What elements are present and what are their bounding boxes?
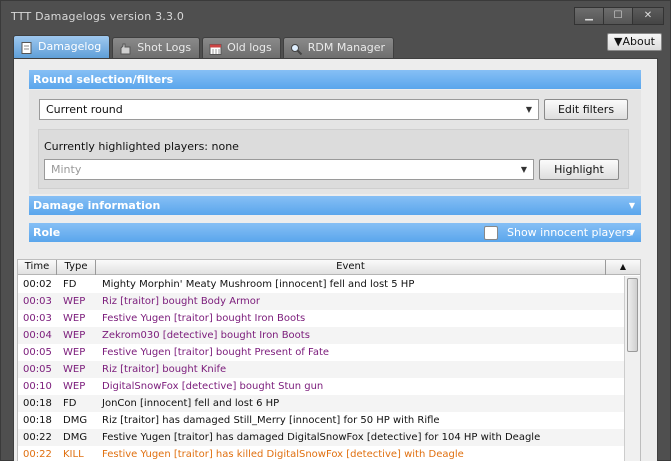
table-row[interactable]: 00:04 WEP Zekrom030 [detective] bought Iro… bbox=[18, 327, 640, 344]
cell-time: 00:18 bbox=[23, 398, 52, 409]
chevron-up-icon: ▲ bbox=[619, 262, 627, 271]
tab-damagelog[interactable]: Damagelog bbox=[13, 35, 111, 58]
table-row[interactable]: 00:10 WEP DigitalSnowFox [detective] bough… bbox=[18, 378, 640, 395]
column-header-type[interactable]: Type bbox=[57, 260, 96, 275]
cell-type: FD bbox=[63, 398, 77, 409]
tab-old-logs[interactable]: Old logs bbox=[202, 37, 281, 58]
cell-time: 00:10 bbox=[23, 381, 52, 392]
damage-category-title: Damage information bbox=[33, 199, 161, 212]
table-row[interactable]: 00:18 FD JonCon [innocent] fell and lost 6… bbox=[18, 395, 640, 412]
cell-type: WEP bbox=[63, 347, 86, 358]
table-row[interactable]: 00:03 WEP Festive Yugen [traitor] bought I… bbox=[18, 310, 640, 327]
cell-event: DigitalSnowFox [detective] bought Stun g… bbox=[102, 381, 324, 392]
tab-label: Damagelog bbox=[38, 40, 102, 53]
scrollbar[interactable] bbox=[624, 276, 640, 461]
cell-type: WEP bbox=[63, 296, 86, 307]
damage-category-header[interactable]: Damage information ▼ bbox=[29, 196, 641, 215]
tab-label: Old logs bbox=[227, 41, 272, 54]
cell-type: FD bbox=[63, 279, 77, 290]
window-title: TTT Damagelogs version 3.3.0 bbox=[11, 10, 185, 23]
cell-time: 00:03 bbox=[23, 296, 52, 307]
damagelogs-window: TTT Damagelogs version 3.3.0 ▁ ☐ ✕ ▼Abou… bbox=[0, 0, 671, 461]
cell-time: 00:03 bbox=[23, 313, 52, 324]
cell-type: WEP bbox=[63, 381, 86, 392]
chevron-down-icon: ▼ bbox=[520, 165, 527, 174]
column-header-time[interactable]: Time bbox=[18, 260, 57, 275]
round-select[interactable]: Current round ▼ bbox=[39, 99, 539, 120]
cell-event: Riz [traitor] bought Body Armor bbox=[102, 296, 260, 307]
chevron-down-icon: ▼ bbox=[628, 201, 635, 210]
column-header-extra[interactable]: ▲ bbox=[606, 260, 640, 275]
cell-event: Riz [traitor] has damaged Still_Merry [i… bbox=[102, 415, 440, 426]
table-header: Time Type Event ▲ bbox=[18, 260, 640, 275]
player-select-value: Minty bbox=[51, 163, 82, 176]
column-header-event[interactable]: Event bbox=[96, 260, 606, 275]
cell-event: Mighty Morphin' Meaty Mushroom [innocent… bbox=[102, 279, 415, 290]
table-row[interactable]: 00:05 WEP Festive Yugen [traitor] bought P… bbox=[18, 344, 640, 361]
chevron-down-icon: ▼ bbox=[525, 105, 532, 114]
table-row[interactable]: 00:05 WEP Riz [traitor] bought Knife bbox=[18, 361, 640, 378]
hand-icon bbox=[119, 42, 132, 55]
cell-event: Festive Yugen [traitor] bought Iron Boot… bbox=[102, 313, 306, 324]
highlighted-players-text: Currently highlighted players: none bbox=[44, 140, 239, 153]
cell-event: Festive Yugen [traitor] bought Present o… bbox=[102, 347, 330, 358]
cell-type: WEP bbox=[63, 313, 86, 324]
edit-filters-button[interactable]: Edit filters bbox=[544, 99, 628, 120]
cell-time: 00:22 bbox=[23, 432, 52, 443]
filters-category-header[interactable]: Round selection/filters bbox=[29, 70, 641, 89]
role-category-title: Role bbox=[33, 226, 61, 239]
cell-time: 00:05 bbox=[23, 347, 52, 358]
title-bar[interactable]: TTT Damagelogs version 3.3.0 ▁ ☐ ✕ bbox=[1, 1, 670, 31]
table-row[interactable]: 00:03 WEP Riz [traitor] bought Body Armor bbox=[18, 293, 640, 310]
about-button[interactable]: ▼About bbox=[607, 33, 662, 51]
table-row[interactable]: 00:22 KILL Festive Yugen [traitor] has kil… bbox=[18, 446, 640, 461]
filters-category-title: Round selection/filters bbox=[33, 73, 174, 86]
cell-event: Zekrom030 [detective] bought Iron Boots bbox=[102, 330, 310, 341]
damagelog-list[interactable]: Time Type Event ▲ 00:02 FD Mighty Morphin'… bbox=[17, 259, 641, 461]
tab-label: RDM Manager bbox=[307, 41, 386, 54]
show-innocent-checkbox[interactable] bbox=[484, 226, 498, 240]
tab-shot-logs[interactable]: Shot Logs bbox=[112, 37, 201, 58]
cell-time: 00:05 bbox=[23, 364, 52, 375]
cell-event: JonCon [innocent] fell and lost 6 HP bbox=[102, 398, 280, 409]
cell-type: WEP bbox=[63, 364, 86, 375]
cell-type: DMG bbox=[63, 432, 88, 443]
cell-time: 00:22 bbox=[23, 449, 52, 460]
cell-event: Festive Yugen [traitor] has damaged Digi… bbox=[102, 432, 541, 443]
table-row[interactable]: 00:02 FD Mighty Morphin' Meaty Mushroom [i… bbox=[18, 276, 640, 293]
cell-event: Festive Yugen [traitor] has killed Digit… bbox=[102, 449, 464, 460]
table-row[interactable]: 00:22 DMG Festive Yugen [traitor] has dama… bbox=[18, 429, 640, 446]
cell-time: 00:18 bbox=[23, 415, 52, 426]
magnifier-icon bbox=[290, 42, 303, 56]
tab-rdm-manager[interactable]: RDM Manager bbox=[282, 37, 395, 58]
player-select[interactable]: Minty ▼ bbox=[44, 159, 534, 180]
cell-type: KILL bbox=[63, 449, 84, 460]
table-rows: 00:02 FD Mighty Morphin' Meaty Mushroom [i… bbox=[18, 276, 640, 461]
calendar-icon bbox=[209, 42, 222, 55]
table-row[interactable]: 00:18 DMG Riz [traitor] has damaged Still_… bbox=[18, 412, 640, 429]
show-innocent-label: Show innocent players bbox=[507, 226, 632, 239]
close-button[interactable]: ✕ bbox=[632, 7, 664, 25]
maximize-button[interactable]: ☐ bbox=[603, 7, 633, 25]
cell-type: WEP bbox=[63, 330, 86, 341]
tab-label: Shot Logs bbox=[137, 41, 192, 54]
scrollbar-thumb[interactable] bbox=[627, 278, 638, 352]
tab-bar: Damagelog Shot Logs Old logs RDM Manager bbox=[13, 35, 396, 58]
cell-event: Riz [traitor] bought Knife bbox=[102, 364, 227, 375]
cell-type: DMG bbox=[63, 415, 88, 426]
minimize-button[interactable]: ▁ bbox=[574, 7, 604, 25]
round-select-value: Current round bbox=[46, 103, 123, 116]
cell-time: 00:02 bbox=[23, 279, 52, 290]
cell-time: 00:04 bbox=[23, 330, 52, 341]
highlight-button[interactable]: Highlight bbox=[539, 159, 619, 180]
page-icon bbox=[20, 41, 33, 54]
